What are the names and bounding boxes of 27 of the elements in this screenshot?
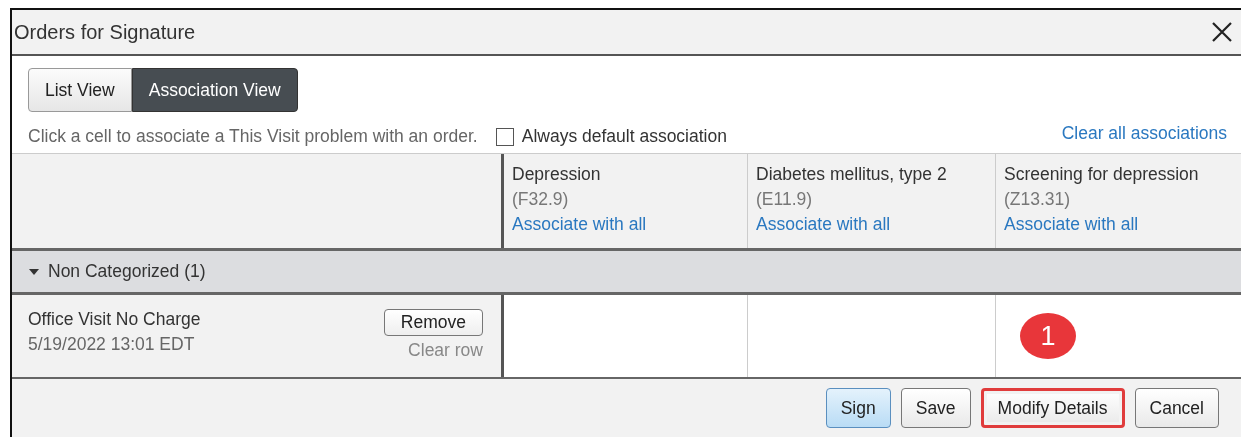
footer-button[interactable]: Modify Details bbox=[980, 388, 1125, 428]
order-name: Office Visit No Charge bbox=[28, 309, 201, 330]
footer-button[interactable]: Sign bbox=[825, 388, 891, 428]
checkbox-label: Always default association bbox=[521, 126, 727, 147]
view-tab[interactable]: Association View bbox=[131, 68, 298, 112]
close-icon[interactable] bbox=[1211, 21, 1233, 43]
problem-code: (F32.9) bbox=[512, 189, 570, 210]
order-date: 5/19/2022 13:01 EDT bbox=[28, 334, 196, 355]
clear-all-link[interactable]: Clear all associations bbox=[1061, 123, 1227, 144]
problem-name: Depression bbox=[512, 164, 602, 185]
checkbox[interactable] bbox=[495, 127, 514, 146]
group-label: Non Categorized (1) bbox=[48, 261, 206, 282]
view-tab[interactable]: List View bbox=[28, 68, 132, 112]
instruction-text: Click a cell to associate a This Visit problem with an order. bbox=[28, 126, 478, 147]
footer-button[interactable]: Cancel bbox=[1134, 388, 1219, 428]
problem-code: (E11.9) bbox=[756, 189, 814, 210]
remove-button[interactable]: Remove bbox=[383, 309, 483, 336]
window-title: Orders for Signature bbox=[14, 20, 196, 44]
associate-all-link[interactable]: Associate with all bbox=[512, 214, 739, 235]
problem-name: Screening for depression bbox=[1004, 164, 1200, 185]
footer-button[interactable]: Save bbox=[900, 388, 971, 428]
step-badge: 1 bbox=[1020, 313, 1076, 359]
associate-all-link[interactable]: Associate with all bbox=[756, 214, 987, 235]
problem-name: Diabetes mellitus, type 2 bbox=[756, 164, 948, 185]
problem-code: (Z13.31) bbox=[1004, 189, 1072, 210]
group-row[interactable]: Non Categorized (1) bbox=[12, 251, 1241, 295]
associate-all-link[interactable]: Associate with all bbox=[1004, 214, 1233, 235]
